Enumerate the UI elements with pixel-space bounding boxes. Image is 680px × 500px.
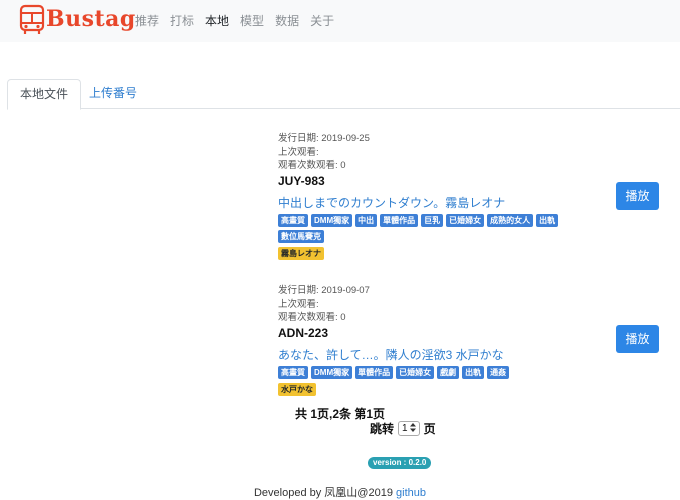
- genre-tag[interactable]: 高畫質: [278, 213, 308, 227]
- genre-tag[interactable]: 出軌: [536, 213, 559, 227]
- star-tag[interactable]: 水戸かな: [278, 382, 316, 396]
- page-select-value: 1: [402, 423, 408, 434]
- genre-tag[interactable]: 數位馬賽克: [278, 229, 324, 243]
- star-list: 水戸かな: [278, 382, 588, 396]
- tab-bar: 本地文件 上传番号: [7, 79, 680, 110]
- genre-tag[interactable]: 出軌: [462, 365, 485, 379]
- tag-list: 高畫質 DMM獨家 單體作品 已婚婦女 戲劇 出軌 通姦: [278, 365, 588, 379]
- genre-tag[interactable]: 中出: [355, 213, 378, 227]
- tab-upload-code[interactable]: 上传番号: [77, 79, 149, 108]
- genre-tag[interactable]: 成熟的女人: [487, 213, 534, 227]
- page-select[interactable]: 1: [398, 421, 420, 436]
- genre-tag[interactable]: DMM獨家: [311, 365, 353, 379]
- chevron-up-down-icon: [409, 422, 416, 435]
- play-button[interactable]: 播放: [616, 182, 659, 210]
- genre-tag[interactable]: 高畫質: [278, 365, 308, 379]
- nav-item-local[interactable]: 本地: [205, 12, 229, 29]
- watch-count: 观看次数观看: 0: [278, 160, 346, 171]
- watch-count: 观看次数观看: 0: [278, 312, 346, 323]
- last-watched: 上次观看:: [278, 298, 319, 310]
- last-watched: 上次观看:: [278, 146, 319, 158]
- nav-item-recommend[interactable]: 推荐: [135, 12, 159, 29]
- genre-tag[interactable]: DMM獨家: [311, 213, 353, 227]
- star-tag[interactable]: 霧島レオナ: [278, 246, 324, 260]
- version-badge: version : 0.2.0: [368, 457, 432, 469]
- release-date: 发行日期: 2019-09-25: [278, 133, 370, 144]
- jump-suffix: 页: [423, 422, 436, 436]
- page-jump: 跳转 1 页: [370, 420, 436, 437]
- nav-item-data[interactable]: 数据: [275, 12, 299, 29]
- bus-icon[interactable]: [19, 4, 45, 36]
- brand-name[interactable]: Bustag: [46, 6, 136, 32]
- genre-tag[interactable]: 單體作品: [355, 365, 394, 379]
- genre-tag[interactable]: 已婚婦女: [446, 213, 485, 227]
- play-button[interactable]: 播放: [616, 325, 659, 353]
- nav-item-model[interactable]: 模型: [240, 12, 264, 29]
- genre-tag[interactable]: 單體作品: [380, 213, 419, 227]
- main-nav: 推荐 打标 本地 模型 数据 关于: [135, 12, 334, 29]
- nav-item-about[interactable]: 关于: [310, 12, 334, 29]
- tab-local-files[interactable]: 本地文件: [7, 79, 82, 110]
- github-link[interactable]: github: [396, 487, 426, 499]
- pagination-summary: 共 1页,2条 第1页: [294, 407, 386, 421]
- footer-text: Developed by 凤凰山@2019: [253, 487, 393, 499]
- navbar: Bustag 推荐 打标 本地 模型 数据 关于: [0, 0, 680, 42]
- jump-prefix: 跳转: [370, 422, 395, 436]
- tag-list: 高畫質 DMM獨家 中出 單體作品 巨乳 已婚婦女 成熟的女人 出軌 數位馬賽克: [278, 213, 588, 243]
- genre-tag[interactable]: 已婚婦女: [396, 365, 435, 379]
- genre-tag[interactable]: 巨乳: [421, 213, 444, 227]
- star-list: 霧島レオナ: [278, 246, 588, 260]
- nav-item-tag[interactable]: 打标: [170, 12, 194, 29]
- release-date: 发行日期: 2019-09-07: [278, 285, 370, 296]
- footer: Developed by 凤凰山@2019 github: [0, 484, 680, 500]
- genre-tag[interactable]: 戲劇: [437, 365, 460, 379]
- genre-tag[interactable]: 通姦: [487, 365, 510, 379]
